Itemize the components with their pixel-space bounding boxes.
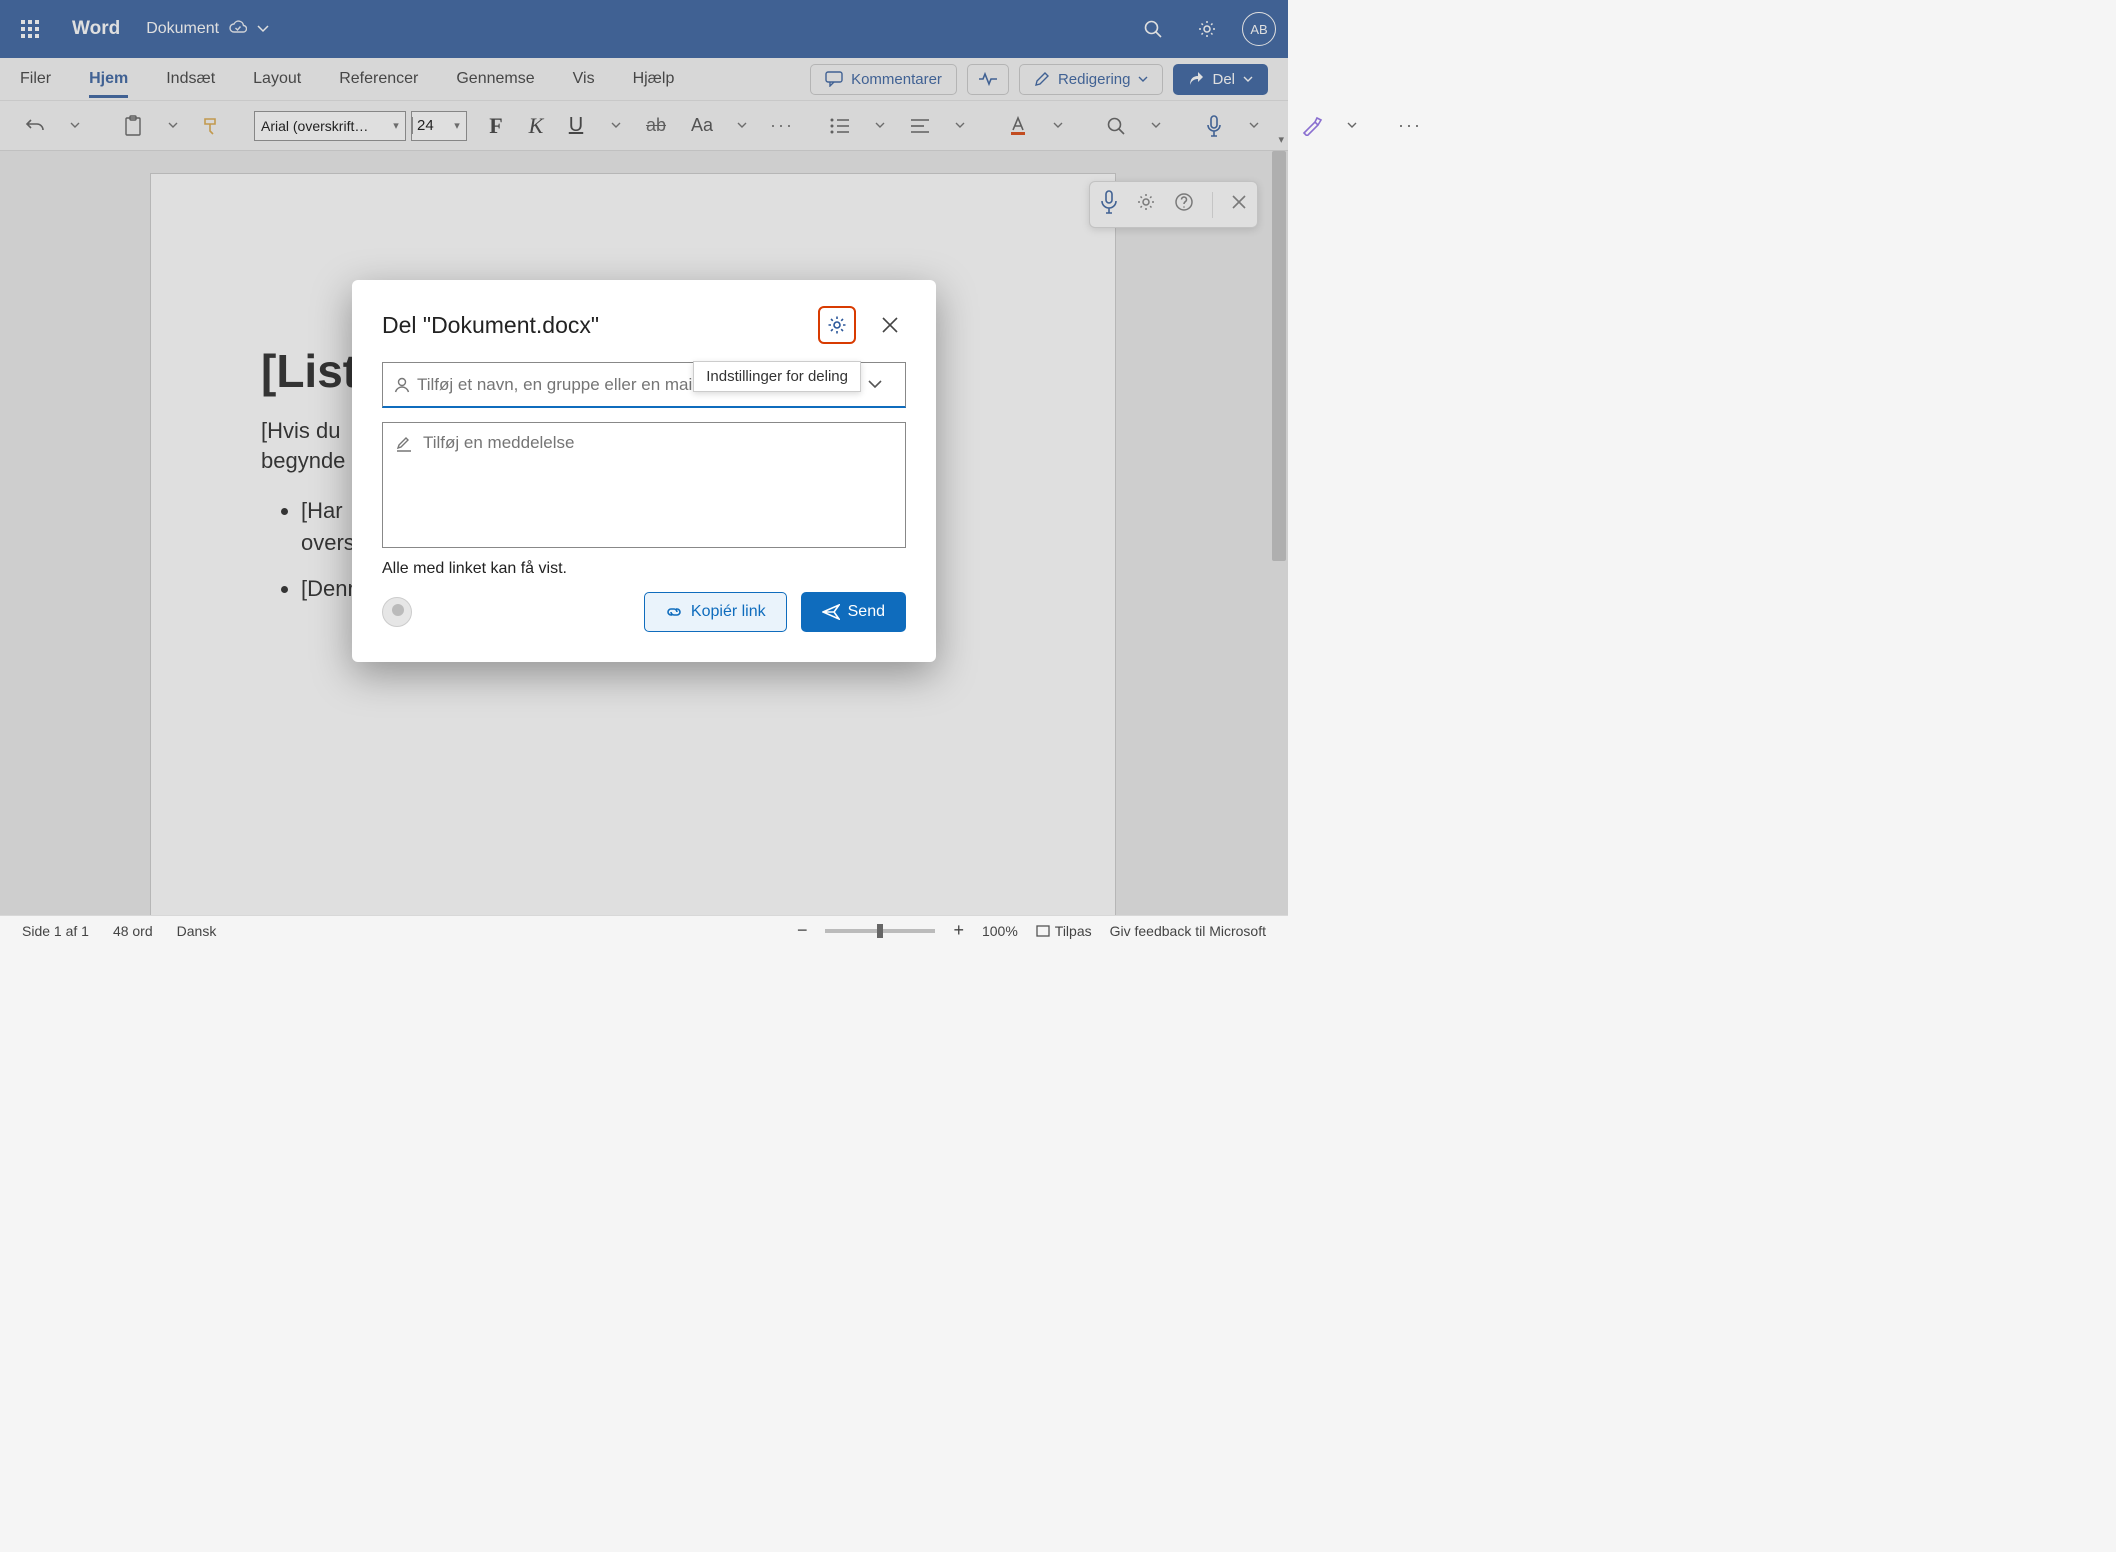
message-box [382, 422, 906, 548]
more-options[interactable]: ··· [1393, 109, 1427, 143]
status-bar: Side 1 af 1 48 ord Dansk − + 100% Tilpas… [0, 915, 1288, 945]
person-icon [393, 376, 411, 394]
copy-link-button[interactable]: Kopiér link [644, 592, 787, 632]
permission-text: Alle med linket kan få vist. [382, 560, 906, 578]
zoom-slider-thumb[interactable] [877, 924, 883, 938]
share-modal: Del "Dokument.docx" Indstillinger for de… [352, 280, 936, 662]
gear-icon [827, 315, 847, 335]
close-modal-button[interactable] [874, 309, 906, 341]
recipient-field-row: Indstillinger for deling [382, 362, 906, 408]
zoom-level[interactable]: 100% [982, 923, 1018, 939]
zoom-in-button[interactable]: + [953, 920, 964, 941]
sharing-settings-button[interactable] [818, 306, 856, 344]
fit-icon [1036, 924, 1050, 938]
send-button[interactable]: Send [801, 592, 906, 632]
fit-button[interactable]: Tilpas [1036, 923, 1092, 939]
send-icon [822, 604, 840, 620]
language-indicator[interactable]: Dansk [177, 923, 217, 939]
send-label: Send [848, 603, 885, 621]
message-input[interactable] [423, 433, 893, 537]
word-count[interactable]: 48 ord [113, 923, 153, 939]
page-indicator[interactable]: Side 1 af 1 [22, 923, 89, 939]
link-icon [665, 605, 683, 619]
copy-link-label: Kopiér link [691, 603, 766, 621]
designer-chevron-down-icon[interactable] [1335, 109, 1369, 143]
settings-tooltip: Indstillinger for deling [693, 361, 861, 392]
designer-button[interactable] [1295, 109, 1329, 143]
zoom-out-button[interactable]: − [797, 920, 808, 941]
owner-avatar [382, 597, 412, 627]
zoom-slider[interactable] [825, 929, 935, 933]
modal-title: Del "Dokument.docx" [382, 312, 818, 339]
close-icon [881, 316, 899, 334]
permission-chevron-down-icon[interactable] [855, 376, 895, 394]
compose-icon [395, 435, 413, 453]
feedback-link[interactable]: Giv feedback til Microsoft [1110, 923, 1266, 939]
